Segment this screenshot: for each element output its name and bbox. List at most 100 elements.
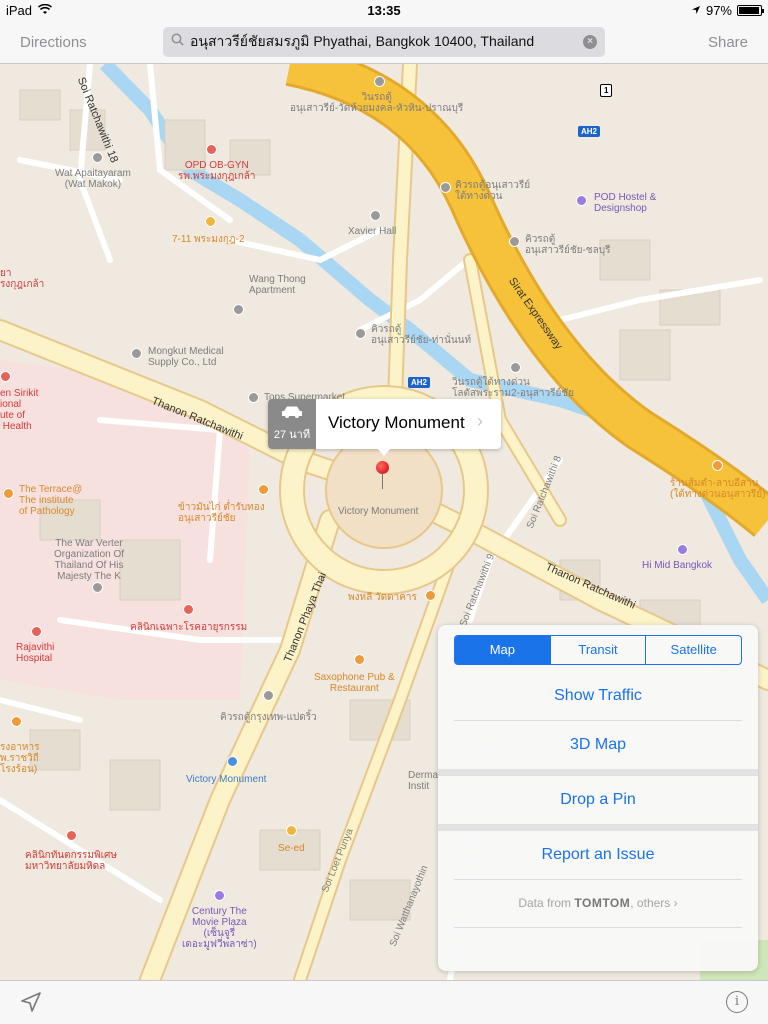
poi-label-mongkut[interactable]: Mongkut Medical Supply Co., Ltd [148, 346, 224, 368]
poi-label-victory-monument[interactable]: Victory Monument [338, 506, 418, 517]
3d-map-button[interactable]: 3D Map [454, 721, 742, 769]
tab-transit[interactable]: Transit [549, 636, 646, 664]
restaurant-pin-icon[interactable] [354, 654, 365, 665]
restaurant-pin-icon[interactable] [712, 460, 723, 471]
poi-pin-icon[interactable] [440, 182, 451, 193]
poi-pin-icon[interactable] [92, 582, 103, 593]
share-button[interactable]: Share [708, 34, 748, 51]
battery-percent: 97% [705, 3, 732, 18]
poi-label-clinic[interactable]: คลินิกเฉพาะโรคอายุรกรรม [130, 622, 247, 633]
eta-label: 27 นาที [273, 429, 311, 441]
section-gap [438, 769, 758, 776]
search-input[interactable]: อนุสาวรีย์ชัยสมรภูมิ Phyathai, Bangkok 1… [190, 31, 583, 53]
search-field[interactable]: อนุสาวรีย์ชัยสมรภูมิ Phyathai, Bangkok 1… [163, 27, 605, 57]
poi-label-winrot[interactable]: วินรถตู้ อนุเสาวรีย์-วัดห้วยมงคล-หัวหิน-… [290, 92, 463, 114]
hospital-pin-icon[interactable] [0, 371, 11, 382]
data-attribution-link[interactable]: Data from TOMTOM, others › [454, 883, 742, 923]
poi-label-victory-station[interactable]: Victory Monument [186, 774, 266, 785]
attribution-suffix: , others [630, 896, 671, 910]
hospital-pin-icon[interactable] [206, 144, 217, 155]
drive-eta-button[interactable]: 27 นาที [268, 399, 316, 449]
poi-label-terrace[interactable]: The Terrace@ The institute of Pathology [19, 484, 82, 517]
poi-label-dental[interactable]: คลินิกทันตกรรมพิเศษ มหาวิทยาลัยมหิดล [25, 850, 117, 872]
drop-pin-button[interactable]: Drop a Pin [454, 776, 742, 824]
poi-label-left-thai[interactable]: ยา รงกุฎเกล้า [0, 268, 44, 290]
poi-pin-icon[interactable] [370, 210, 381, 221]
cinema-pin-icon[interactable] [214, 890, 225, 901]
poi-label-pongla[interactable]: พงหลี วัดดาคาร [348, 592, 417, 603]
poi-label-left-food[interactable]: รงอาหาร พ.ราชวิถี โรงร้อน) [0, 742, 39, 775]
poi-label-war-veterans[interactable]: The War Verter Organization Of Thailand … [54, 538, 124, 582]
poi-label-7-11[interactable]: 7-11 พระมงกุฎ-2 [172, 234, 245, 245]
store-pin-icon[interactable] [205, 216, 216, 227]
poi-pin-icon[interactable] [248, 392, 259, 403]
poi-label-wang-thong[interactable]: Wang Thong Apartment [249, 274, 306, 296]
location-arrow-icon [691, 3, 701, 18]
poi-pin-icon[interactable] [374, 76, 385, 87]
poi-label-bus-chonburi[interactable]: คิวรถตู้ อนุเสาวรีย์ชัย-ชลบุรี [525, 234, 610, 256]
highway-shield: AH2 [408, 377, 431, 388]
clinic-pin-icon[interactable] [66, 830, 77, 841]
poi-label-dermatology[interactable]: Derma Instit [408, 770, 438, 792]
poi-pin-icon[interactable] [233, 304, 244, 315]
poi-label-restaurant-thai[interactable]: ข้าวมันไก่ ต่ำรับทอง อนุเสาวรีย์ชัย [178, 502, 265, 524]
tab-map[interactable]: Map [455, 636, 550, 664]
poi-pin-icon[interactable] [355, 328, 366, 339]
battery-icon [737, 5, 764, 16]
callout-tail [377, 448, 391, 456]
hospital-pin-icon[interactable] [31, 626, 42, 637]
poi-label-winrot-right[interactable]: วินรถตู้ใต้ทางด่วน โลตัสพระราม2-อนุสาวรี… [452, 377, 574, 399]
poi-label-saxophone[interactable]: Saxophone Pub & Restaurant [314, 672, 395, 694]
report-issue-button[interactable]: Report an Issue [454, 831, 742, 879]
poi-pin-icon[interactable] [510, 362, 521, 373]
poi-pin-icon[interactable] [131, 348, 142, 359]
bus-pin-icon[interactable] [263, 690, 274, 701]
clinic-pin-icon[interactable] [183, 604, 194, 615]
bottom-toolbar: i [0, 980, 768, 1024]
status-bar: iPad 13:35 97% [0, 0, 768, 22]
divider [454, 927, 742, 928]
transit-pin-icon[interactable] [227, 756, 238, 767]
info-icon[interactable]: i [726, 991, 748, 1013]
poi-label-wat-apaitayaram[interactable]: Wat Apaitayaram (Wat Makok) [55, 168, 131, 190]
restaurant-pin-icon[interactable] [258, 484, 269, 495]
show-traffic-button[interactable]: Show Traffic [454, 672, 742, 720]
tab-satellite[interactable]: Satellite [645, 636, 741, 664]
poi-pin-icon[interactable] [92, 152, 103, 163]
pin-stick [382, 473, 383, 489]
poi-label-bus-stop[interactable]: คิวรถตู้อนุเสาวรีย์ ใต้ทางด่วน [455, 180, 530, 202]
map-settings-panel: Map Transit Satellite Show Traffic 3D Map … [438, 625, 758, 971]
poi-label-bus-thananon[interactable]: คิวรถตู้ อนุเสาวรีย์ชัย-ท่านั่นนท์ [371, 324, 471, 346]
poi-label-hi-mid[interactable]: Hi Mid Bangkok [642, 560, 712, 571]
location-arrow-icon[interactable] [20, 991, 42, 1018]
restaurant-pin-icon[interactable] [3, 488, 14, 499]
poi-pin-icon[interactable] [509, 236, 520, 247]
poi-label-right-food[interactable]: ร้านส้มตำ-ลาบอีสาน (ใต้ทางด่วนอนุสาวรีย์… [670, 478, 765, 500]
poi-label-rajavithi[interactable]: Rajavithi Hospital [16, 642, 54, 664]
directions-button[interactable]: Directions [20, 34, 87, 51]
poi-label-se-ed[interactable]: Se-ed [278, 843, 305, 854]
poi-label-opd[interactable]: OPD OB-GYN รพ.พระมงกุฎเกล้า [178, 160, 256, 182]
search-icon [171, 33, 184, 51]
nav-bar: Directions อนุสาวรีย์ชัยสมรภูมิ Phyathai… [0, 22, 768, 64]
poi-label-sirikit[interactable]: en Sirikit ional ute of Health [0, 388, 38, 432]
hotel-pin-icon[interactable] [576, 195, 587, 206]
place-title[interactable]: Victory Monument [316, 399, 477, 449]
poi-label-xavier-hall[interactable]: Xavier Hall [348, 226, 396, 237]
poi-label-pod-hostel[interactable]: POD Hostel & Designshop [594, 192, 656, 214]
restaurant-pin-icon[interactable] [11, 716, 22, 727]
place-callout[interactable]: 27 นาที Victory Monument › [268, 399, 501, 449]
hotel-pin-icon[interactable] [677, 544, 688, 555]
car-icon [281, 405, 303, 421]
attribution-prefix: Data from [518, 896, 572, 910]
chevron-right-icon[interactable]: › [477, 399, 501, 449]
clear-icon[interactable]: × [583, 35, 597, 49]
restaurant-pin-icon[interactable] [425, 590, 436, 601]
status-time: 13:35 [367, 3, 401, 18]
map-type-segmented-control[interactable]: Map Transit Satellite [454, 635, 742, 665]
poi-label-bus-bkk[interactable]: คิวรถตู้กรุงเทพ-แปดริ้ว [220, 712, 317, 723]
highway-shield: AH2 [578, 126, 601, 137]
divider [454, 879, 742, 880]
store-pin-icon[interactable] [286, 825, 297, 836]
poi-label-century[interactable]: Century The Movie Plaza (เซ็นจูรี่ เดอะม… [182, 906, 257, 950]
